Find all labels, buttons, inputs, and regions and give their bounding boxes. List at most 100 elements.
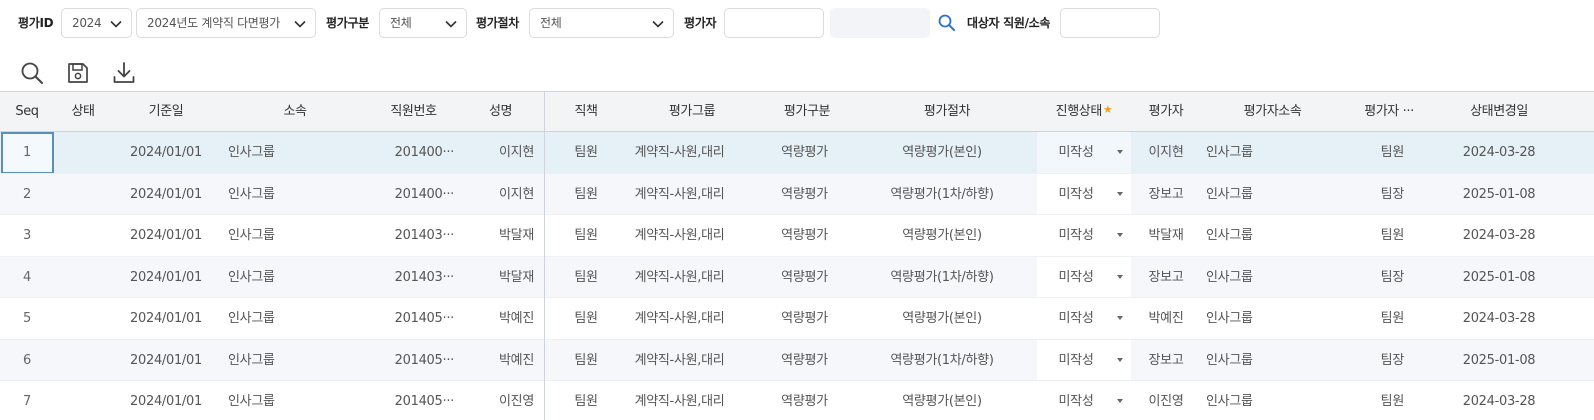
cell-progress[interactable]: 미작성 <box>1037 174 1115 216</box>
cell-evaluator-dept: 인사그룹 <box>1206 311 1253 326</box>
table-row[interactable]: 7 2024/01/01 인사그룹 201405··· 이진영 팀원 계약직-사원,대리 역량… <box>0 381 1594 420</box>
cell-eval-group: 계약직-사원,대리 <box>634 145 725 160</box>
cell-base-date: 2024/01/01 <box>130 311 202 326</box>
col-header-eval-group[interactable]: 평가그룹 <box>627 92 757 132</box>
frozen-column-divider <box>544 92 545 420</box>
cell-emp-no: 201400··· <box>394 186 454 202</box>
table-row[interactable]: 2 2024/01/01 인사그룹 201400··· 이지현 팀원 계약직-사원,대리 역량… <box>0 173 1594 216</box>
target-input[interactable] <box>1060 8 1160 38</box>
cell-emp-no: 201403··· <box>394 269 454 285</box>
cell-seq: 5 <box>23 311 31 326</box>
cell-name: 박예진 <box>499 352 534 368</box>
eval-type-select-value: 전체 <box>390 16 412 30</box>
eval-stage-select[interactable]: 전체 <box>529 8 674 38</box>
col-header-seq[interactable]: Seq <box>0 92 54 132</box>
eval-stage-label: 평가절차 <box>476 16 519 30</box>
eval-stage-select-value: 전체 <box>540 16 562 30</box>
filter-bar: 평가ID 2024 2024년도 계약직 다면평가 평가구분 전체 평가절차 전… <box>0 0 1594 46</box>
dropdown-caret-icon[interactable] <box>1117 150 1123 154</box>
cell-seq: 4 <box>23 269 31 285</box>
cell-evaluator: 장보고 <box>1148 269 1184 285</box>
eval-type-label: 평가구분 <box>326 16 369 30</box>
cell-progress[interactable]: 미작성 <box>1037 215 1115 257</box>
cell-position: 팀원 <box>574 228 598 243</box>
cell-status-changed: 2024-03-28 <box>1462 145 1536 160</box>
table-row[interactable]: 4 2024/01/01 인사그룹 201403··· 박달재 팀원 계약직-사원,대리 역량… <box>0 256 1594 299</box>
cell-evaluator-dept: 인사그룹 <box>1206 186 1253 202</box>
cell-name: 이진영 <box>499 394 534 409</box>
cell-eval-group: 계약직-사원,대리 <box>634 269 725 285</box>
col-header-progress[interactable]: 진행상태★ <box>1037 92 1131 132</box>
eval-type-select[interactable]: 전체 <box>379 8 467 38</box>
col-header-dept[interactable]: 소속 <box>220 92 370 132</box>
dropdown-caret-icon[interactable] <box>1117 191 1123 196</box>
cell-progress[interactable]: 미작성 <box>1037 381 1115 420</box>
dropdown-caret-icon[interactable] <box>1117 274 1123 279</box>
col-header-evaluator[interactable]: 평가자 <box>1131 92 1201 132</box>
cell-base-date: 2024/01/01 <box>130 394 202 409</box>
cell-seq: 6 <box>23 352 31 368</box>
col-header-evaluator-position[interactable]: 평가자 ··· <box>1344 92 1434 132</box>
col-header-state[interactable]: 상태 <box>54 92 112 132</box>
cell-eval-type: 역량평가 <box>781 145 828 160</box>
dropdown-caret-icon[interactable] <box>1117 357 1123 362</box>
col-header-status-changed[interactable]: 상태변경일 <box>1434 92 1564 132</box>
cell-progress[interactable]: 미작성 <box>1037 257 1115 299</box>
cell-progress[interactable]: 미작성 <box>1037 340 1115 382</box>
cell-evaluator-dept: 인사그룹 <box>1206 394 1253 409</box>
cell-position: 팀원 <box>574 186 598 202</box>
download-icon[interactable] <box>111 60 137 86</box>
cell-seq: 3 <box>23 228 31 243</box>
cell-emp-no: 201405··· <box>394 352 454 368</box>
table-row[interactable]: 6 2024/01/01 인사그룹 201405··· 박예진 팀원 계약직-사원,대리 역량… <box>0 339 1594 382</box>
dropdown-caret-icon[interactable] <box>1117 399 1123 403</box>
cell-state <box>54 298 112 340</box>
cell-progress[interactable]: 미작성 <box>1037 132 1115 174</box>
search-icon[interactable] <box>19 60 45 86</box>
cell-eval-group: 계약직-사원,대리 <box>634 394 725 409</box>
cell-evaluator-dept: 인사그룹 <box>1206 228 1253 243</box>
cell-status-changed: 2024-03-28 <box>1462 394 1536 409</box>
cell-state <box>54 257 112 299</box>
table-row[interactable]: 3 2024/01/01 인사그룹 201403··· 박달재 팀원 계약직-사원,대리 역량… <box>0 215 1594 257</box>
col-header-evaluator-dept[interactable]: 평가자소속 <box>1201 92 1344 132</box>
cell-name: 박달재 <box>499 269 534 285</box>
cell-eval-group: 계약직-사원,대리 <box>634 228 725 243</box>
cell-state <box>54 174 112 216</box>
cell-name: 박달재 <box>499 228 534 243</box>
col-header-name[interactable]: 성명 <box>457 92 544 132</box>
cell-status-changed: 2025-01-08 <box>1462 186 1536 202</box>
cell-progress[interactable]: 미작성 <box>1037 298 1115 340</box>
evaluator-input[interactable] <box>724 8 824 38</box>
cell-position: 팀원 <box>574 311 598 326</box>
cell-evaluator: 박예진 <box>1148 311 1184 326</box>
cell-status-changed: 2025-01-08 <box>1462 269 1536 285</box>
col-header-base-date[interactable]: 기준일 <box>112 92 220 132</box>
cell-evaluator: 박달재 <box>1148 228 1184 243</box>
cell-position: 팀원 <box>574 352 598 368</box>
col-header-eval-stage[interactable]: 평가절차 <box>857 92 1037 132</box>
grid-header: Seq 상태 기준일 소속 직원번호 성명 직책 평가그룹 평가구분 평가절차 … <box>0 92 1594 132</box>
col-header-emp-no[interactable]: 직원번호 <box>370 92 457 132</box>
cell-state <box>54 381 112 420</box>
save-icon[interactable] <box>65 60 91 86</box>
target-label: 대상자 직원/소속 <box>967 16 1051 30</box>
cell-evaluator: 장보고 <box>1148 352 1184 368</box>
cell-position: 팀원 <box>574 394 598 409</box>
cell-seq: 2 <box>23 186 31 202</box>
eval-name-select[interactable]: 2024년도 계약직 다면평가 <box>136 8 316 38</box>
cell-position: 팀원 <box>574 145 598 160</box>
col-header-position[interactable]: 직책 <box>545 92 627 132</box>
year-select[interactable]: 2024 <box>61 8 132 38</box>
table-row[interactable]: 1 2024/01/01 인사그룹 201400··· 이지현 팀원 계약직-사원,대리 역량… <box>0 132 1594 174</box>
cell-eval-stage: 역량평가(본인) <box>902 311 982 326</box>
col-header-progress-label: 진행상태 <box>1055 104 1103 119</box>
dropdown-caret-icon[interactable] <box>1117 233 1123 237</box>
cell-eval-type: 역량평가 <box>781 311 828 326</box>
dropdown-caret-icon[interactable] <box>1117 316 1123 320</box>
table-row[interactable]: 5 2024/01/01 인사그룹 201405··· 박예진 팀원 계약직-사원,대리 역량… <box>0 298 1594 340</box>
chevron-down-icon <box>110 20 122 28</box>
search-icon[interactable] <box>937 13 957 33</box>
cell-evaluator-pos: 팀원 <box>1380 145 1404 160</box>
col-header-eval-type[interactable]: 평가구분 <box>757 92 857 132</box>
